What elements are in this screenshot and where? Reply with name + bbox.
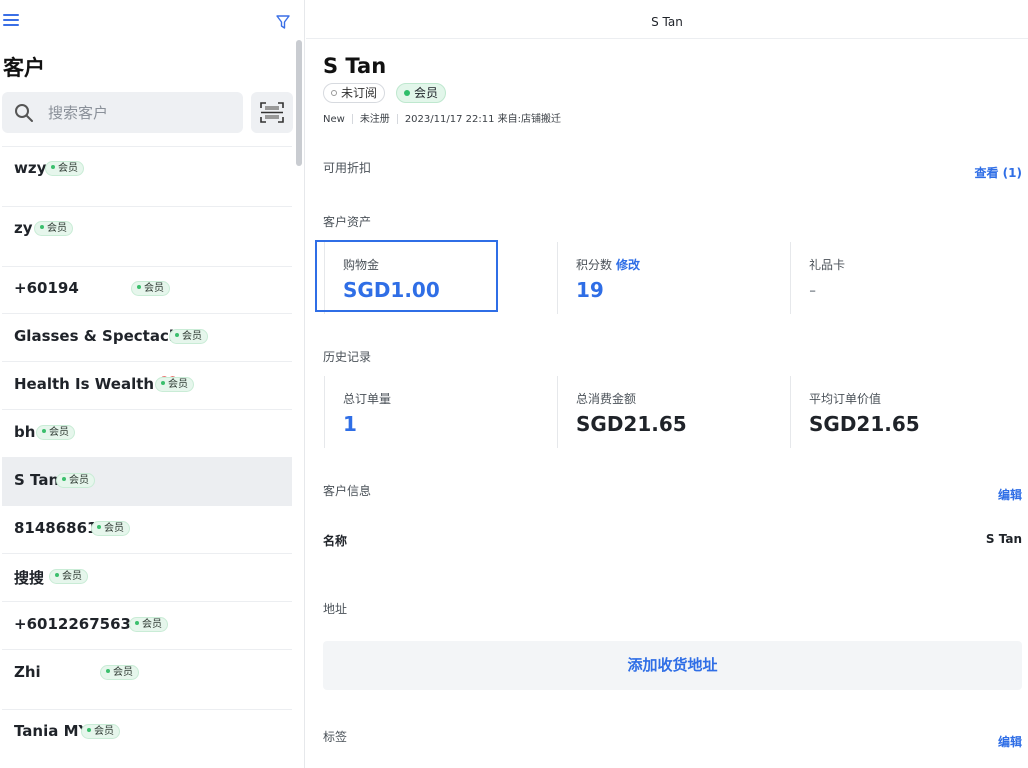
edit-points-link[interactable]: 修改 xyxy=(616,258,640,272)
customer-meta: New 未注册 2023/11/17 22:11 来自:店铺搬迁 xyxy=(323,110,561,125)
total-orders-value: 1 xyxy=(343,412,357,436)
menu-icon[interactable] xyxy=(3,14,19,28)
customer-name: Zhi xyxy=(14,663,41,681)
member-badge: 会员 xyxy=(131,281,170,296)
header-title: S Tan xyxy=(651,15,683,29)
customer-name: Health Is Wealth ❤️ xyxy=(14,375,178,393)
customer-item[interactable]: +60122675633 会员 xyxy=(2,602,292,650)
member-badge: 会员 xyxy=(45,161,84,176)
customer-name: +60194 xyxy=(14,279,79,297)
customer-info-label: 客户信息 xyxy=(323,484,372,498)
customer-item[interactable]: zy 会员 xyxy=(2,207,292,267)
customer-item[interactable]: Health Is Wealth ❤️ 会员 xyxy=(2,362,292,410)
search-icon xyxy=(15,104,33,122)
customer-item[interactable]: 搜搜 会员 xyxy=(2,554,292,602)
assets-label: 客户资产 xyxy=(323,215,372,229)
unsubscribed-badge: 未订阅 xyxy=(323,83,386,103)
customer-item[interactable]: 81486861 会员 xyxy=(2,506,292,554)
points-card: 积分数 修改 19 xyxy=(557,242,790,314)
created-source: 2023/11/17 22:11 来自:店铺搬迁 xyxy=(404,114,561,125)
customer-item[interactable]: Tania MY 会员 xyxy=(2,710,292,768)
customer-item[interactable]: Glasses & Spectacles 会员 xyxy=(2,314,292,362)
avg-order-value: SGD21.65 xyxy=(809,412,920,436)
customer-name: Glasses & Spectacles xyxy=(14,327,194,345)
total-orders-label: 总订单量 xyxy=(343,392,392,406)
add-address-button[interactable]: 添加收货地址 xyxy=(323,641,1022,690)
total-orders-card[interactable]: 总订单量 1 xyxy=(324,376,557,448)
customer-name: zy xyxy=(14,219,33,237)
customer-name: wzy xyxy=(14,159,47,177)
sidebar-toolbar xyxy=(0,0,305,44)
member-badge: 会员 xyxy=(56,473,95,488)
member-badge: 会员 xyxy=(34,221,73,236)
total-spent-label: 总消费金额 xyxy=(576,392,637,406)
view-discounts-link[interactable]: 查看 (1) xyxy=(975,164,1023,181)
gift-card-card[interactable]: 礼品卡 - xyxy=(790,242,1023,314)
selection-highlight xyxy=(315,240,498,312)
customer-name: 81486861 xyxy=(14,519,98,537)
points-value: 19 xyxy=(576,278,604,302)
customer-name: S Tan xyxy=(14,471,60,489)
address-label: 地址 xyxy=(323,602,348,616)
member-badge: 会员 xyxy=(36,425,75,440)
edit-tags-link[interactable]: 编辑 xyxy=(998,733,1022,750)
barcode-scan-icon xyxy=(260,102,284,123)
avg-order-card: 平均订单价值 SGD21.65 xyxy=(790,376,1023,448)
total-spent-value: SGD21.65 xyxy=(576,412,687,436)
sidebar-scrollbar[interactable] xyxy=(296,40,302,166)
member-badge: 会员 xyxy=(169,329,208,344)
barcode-scan-button[interactable] xyxy=(251,92,293,133)
customer-item-selected[interactable]: S Tan 会员 xyxy=(2,458,292,506)
member-badge: 会员 xyxy=(396,83,447,103)
name-field-value: S Tan xyxy=(985,532,1022,546)
search-input[interactable] xyxy=(48,92,233,133)
name-field-label: 名称 xyxy=(323,534,348,548)
customer-name: Tania MY xyxy=(14,722,90,740)
member-badge: 会员 xyxy=(49,569,88,584)
detail-header: S Tan xyxy=(306,0,1028,39)
search-box[interactable] xyxy=(2,92,243,133)
customer-title: S Tan xyxy=(323,54,387,78)
tags-label: 标签 xyxy=(323,730,348,744)
member-badge: 会员 xyxy=(91,521,130,536)
points-label: 积分数 修改 xyxy=(576,258,641,272)
discounts-label: 可用折扣 xyxy=(323,161,372,175)
history-label: 历史记录 xyxy=(323,350,372,364)
total-spent-card: 总消费金额 SGD21.65 xyxy=(557,376,790,448)
customer-item[interactable]: Zhi 会员 xyxy=(2,650,292,710)
customer-list: wzy 会员 zy 会员 +60194 会员 Glasses & Spectac… xyxy=(2,146,292,768)
customer-detail: S Tan S Tan 未订阅 会员 New 未注册 2023/11/17 22:1… xyxy=(306,0,1028,768)
customer-item[interactable]: +60194 会员 xyxy=(2,267,292,314)
gift-card-label: 礼品卡 xyxy=(809,258,846,272)
customer-name: 搜搜 xyxy=(14,569,45,587)
avg-order-label: 平均订单价值 xyxy=(809,392,882,406)
registration-status: 未注册 xyxy=(359,114,390,125)
gift-card-value: - xyxy=(809,278,817,302)
member-badge: 会员 xyxy=(100,665,139,680)
customer-name: +60122675633 xyxy=(14,615,142,633)
member-badge: 会员 xyxy=(81,724,120,739)
status-text: New xyxy=(323,114,345,125)
filter-icon[interactable] xyxy=(275,14,291,30)
customer-item[interactable]: bh 会员 xyxy=(2,410,292,458)
sidebar-title: 客户 xyxy=(3,56,45,80)
customer-name: bh xyxy=(14,423,36,441)
edit-info-link[interactable]: 编辑 xyxy=(998,486,1022,503)
member-badge: 会员 xyxy=(129,617,168,632)
member-badge: 会员 xyxy=(155,377,194,392)
customer-item[interactable]: wzy 会员 xyxy=(2,147,292,207)
customer-sidebar: 客户 wzy 会员 zy 会员 +60194 会员 Glasses & Spec… xyxy=(0,0,305,768)
